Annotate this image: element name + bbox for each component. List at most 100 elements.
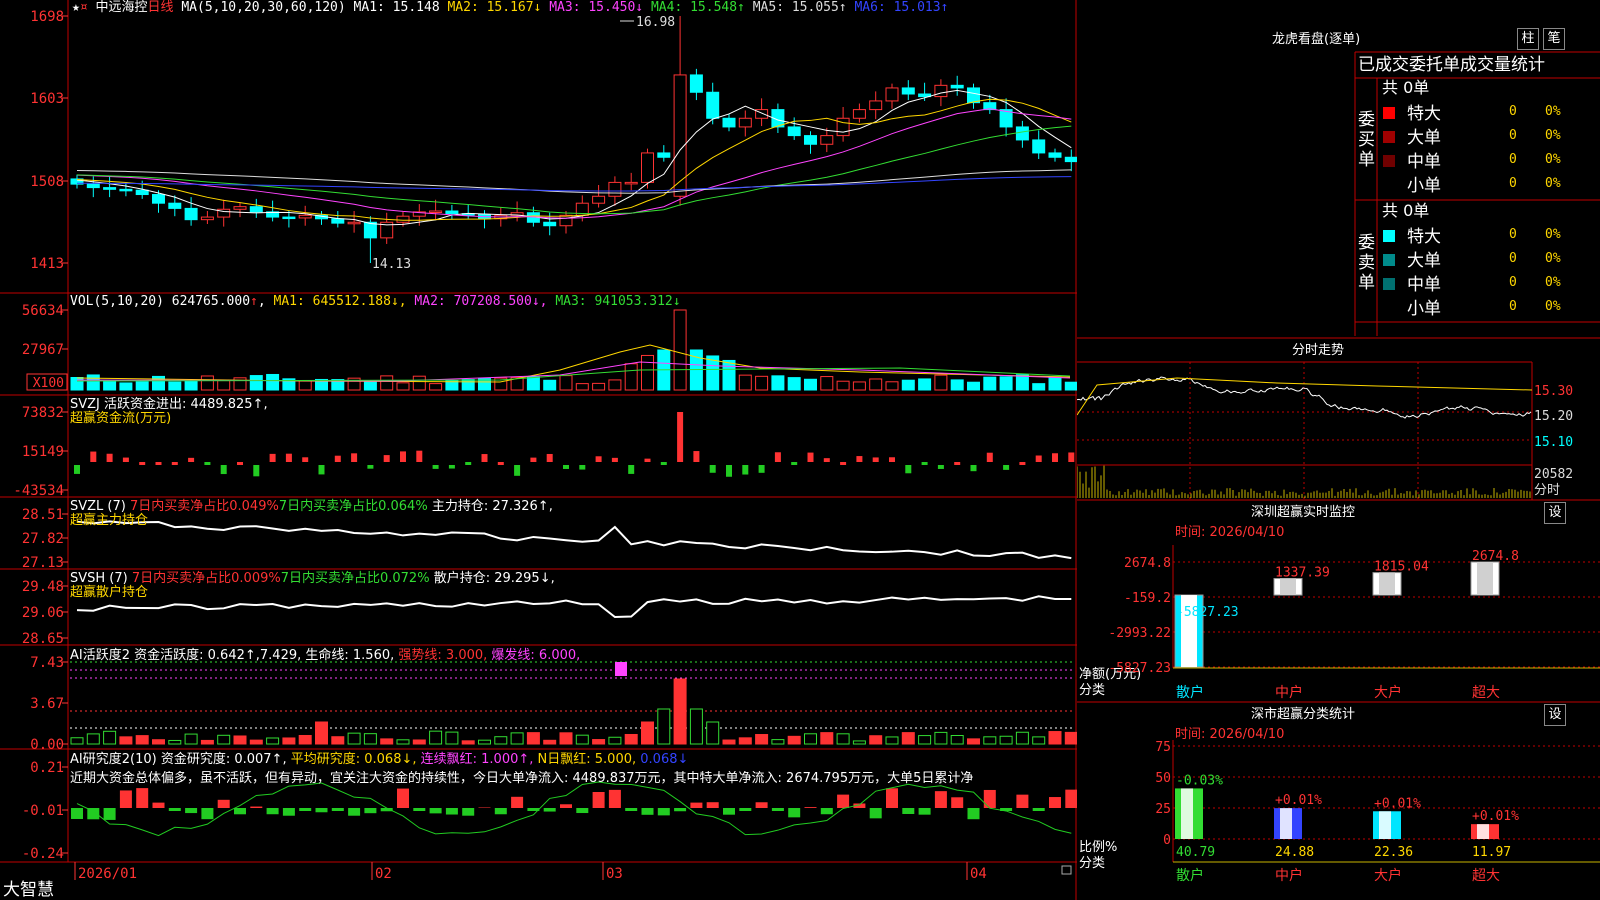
intraday-axis-label: 15.10 [1534, 435, 1573, 450]
intraday-avg-line [1077, 377, 1533, 416]
svzj-bar [220, 465, 227, 475]
ai-active-bar [184, 733, 198, 745]
ai-research-bar [820, 808, 833, 815]
volume-bar [135, 381, 149, 391]
ai-active-bar [249, 739, 263, 745]
sz-monitor-settings-button[interactable]: 设 [1544, 502, 1566, 524]
period-label[interactable]: 日线 [148, 0, 174, 15]
svzj-bar [1052, 453, 1058, 462]
candle-body [869, 100, 883, 111]
svzj-bar [514, 465, 521, 476]
candle-body [200, 216, 214, 221]
svzj-axis-label: 15149 [22, 444, 64, 460]
order-type: 特大 [1407, 227, 1441, 247]
ai-research-bar [266, 808, 279, 815]
svzj-bar [905, 465, 912, 474]
ai-active-bar [836, 733, 850, 745]
sz-monitor-category: 大户 [1374, 684, 1402, 701]
order-count: 0 [1509, 275, 1517, 290]
candle-body [282, 216, 296, 220]
sz-monitor-bar [1174, 594, 1204, 668]
ai-active-bar [869, 735, 883, 745]
ai-research-bar [445, 808, 458, 815]
volume-bar [168, 381, 182, 391]
star-icon[interactable]: ★ [72, 0, 80, 15]
candle-body [852, 109, 866, 119]
intraday-title: 分时走势 [1292, 343, 1345, 358]
svzj-bar [856, 456, 863, 462]
sz-monitor-time: 时间: 2026/04/10 [1175, 525, 1285, 540]
svzj-bar [758, 465, 765, 473]
ai-active-bar [673, 678, 687, 745]
ai-research-bar [136, 788, 149, 808]
volume-bar [152, 375, 165, 391]
order-swatch [1383, 278, 1395, 290]
sz-class-bar [1175, 788, 1203, 839]
ai-active-bar [168, 739, 182, 745]
volume-bar [429, 383, 443, 391]
volume-bar [249, 375, 263, 391]
candle-body [592, 195, 606, 204]
svzj-bar [334, 455, 341, 462]
ai-active-bar [641, 721, 654, 745]
sz-class-value: 24.88 [1275, 845, 1314, 860]
order-swatch [1383, 254, 1395, 266]
ai-active-bar [331, 736, 345, 745]
ai-research-bar [185, 808, 198, 814]
ai-research-axis-label: 0.21 [30, 760, 64, 776]
vol-ma2-line [76, 361, 1071, 382]
order-total: 共 0单 [1382, 78, 1430, 97]
ai-active-bar [135, 735, 149, 745]
svzl-line [76, 520, 1072, 560]
ai-research-bar [837, 794, 850, 808]
svzj-axis-label: 73832 [22, 405, 64, 421]
svzj-bar [677, 412, 684, 462]
volume-bar [70, 377, 84, 391]
svzj-bar [986, 452, 993, 462]
candle-body [689, 74, 703, 93]
order-pct: 0% [1545, 251, 1561, 266]
sz-class-change: +0.01% [1472, 809, 1519, 824]
sz-class-xlabel: 分类 [1079, 856, 1106, 871]
svsh-axis-label: 29.06 [22, 605, 64, 621]
svzl-sub: 超赢主力持仓 [70, 513, 149, 528]
ai-active-bar [918, 735, 932, 745]
ai-active-bar [494, 736, 508, 745]
lock-icon [1061, 865, 1072, 875]
svzj-bar [1035, 455, 1042, 462]
price-axis-label: 1413 [30, 256, 64, 272]
volume-bar [771, 375, 785, 391]
svzj-bar [954, 462, 961, 465]
price-axis-label: 1603 [30, 91, 64, 107]
volume-bar [852, 381, 866, 391]
order-type: 中单 [1407, 152, 1441, 172]
date-label: 02 [375, 866, 392, 882]
sz-monitor-axis-label: 2674.8 [1124, 556, 1171, 571]
date-label: 2026/01 [78, 866, 137, 882]
svzj-bar [171, 462, 178, 465]
sz-class-settings-button[interactable]: 设 [1544, 704, 1566, 726]
volume-bar [575, 383, 589, 391]
stroke-view-button[interactable]: 笔 [1543, 28, 1565, 50]
order-pct: 0% [1545, 104, 1561, 119]
ai-active-bar [1032, 736, 1046, 745]
volume-bar [363, 380, 377, 391]
ai-active-bar [559, 732, 573, 745]
column-view-button[interactable]: 柱 [1517, 28, 1539, 50]
svzj-bar [106, 453, 113, 462]
volume-bar [918, 378, 932, 391]
svzj-bar [660, 462, 667, 465]
volume-bar [641, 354, 654, 391]
svzl-axis-label: 28.51 [22, 507, 64, 523]
ai-active-bar [738, 737, 752, 745]
order-type: 大单 [1407, 251, 1441, 271]
sz-monitor-category: 散户 [1176, 684, 1204, 701]
sz-monitor-bar [1470, 561, 1500, 596]
volume-bar [869, 378, 883, 391]
svzj-bar [416, 450, 423, 462]
ai-active-bar [1048, 731, 1062, 745]
volume-bar [184, 380, 198, 391]
svzj-bar [644, 458, 651, 462]
volume-bar [755, 375, 769, 391]
ma-params: MA(5,10,20,30,60,120) [181, 0, 346, 15]
